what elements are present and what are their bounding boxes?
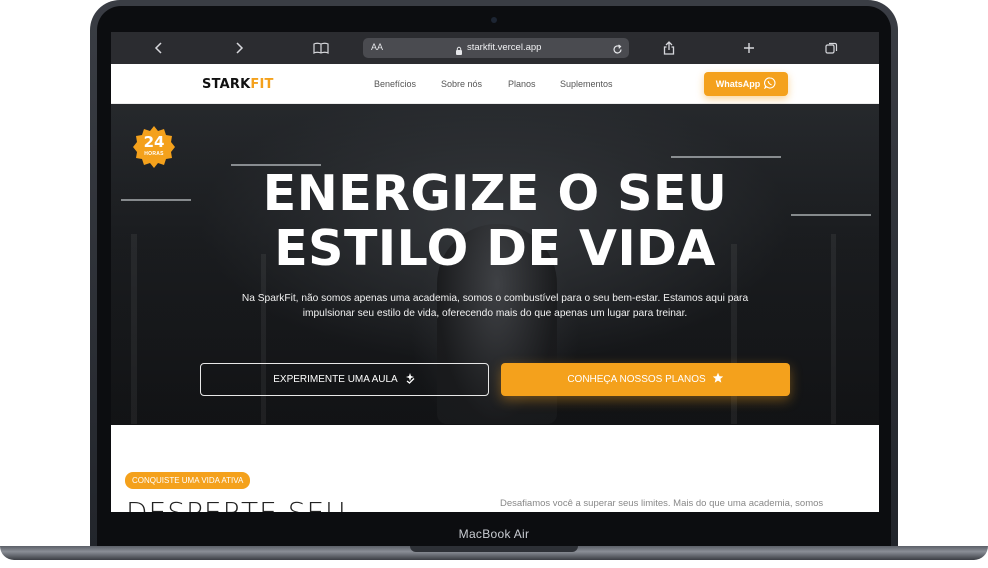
model-label: MacBook Air: [458, 527, 530, 541]
badge-number: 24: [143, 133, 165, 151]
hero-title-line-2: ESTILO DE VIDA: [274, 220, 716, 277]
laptop-notch: [410, 546, 578, 552]
hero-title-line-1: ENERGIZE O SEU: [262, 165, 728, 222]
gym-rack: [261, 254, 266, 424]
logo[interactable]: STARKFIT: [202, 77, 274, 92]
site-header: STARKFIT Benefícios Sobre nós Planos Sup…: [111, 64, 879, 104]
browser-toolbar: AA starkfit.vercel.app: [111, 32, 879, 64]
star-icon: [712, 372, 724, 387]
reload-icon[interactable]: [612, 42, 623, 60]
section-tag: CONQUISTE UMA VIDA ATIVA: [125, 472, 251, 489]
share-icon[interactable]: [656, 37, 682, 59]
ceiling-light: [671, 156, 781, 158]
nav-link-suplementos[interactable]: Suplementos: [560, 79, 613, 89]
whatsapp-label: WhatsApp: [715, 79, 761, 89]
browser-window: AA starkfit.vercel.app STARKFIT Benefíci…: [111, 32, 879, 512]
section-title: DESPERTE SEU: [126, 496, 347, 512]
see-plans-button[interactable]: CONHEÇA NOSSOS PLANOS: [501, 363, 790, 396]
see-plans-label: CONHEÇA NOSSOS PLANOS: [567, 374, 706, 385]
try-class-label: EXPERIMENTE UMA AULA: [273, 374, 398, 385]
hero-section: 24 HORAS ENERGIZE O SEU ESTILO DE VIDA N…: [111, 104, 879, 425]
back-icon[interactable]: [146, 37, 172, 59]
24h-badge: 24 HORAS: [132, 125, 176, 169]
url-text: starkfit.vercel.app: [467, 42, 542, 53]
hero-title: ENERGIZE O SEU ESTILO DE VIDA: [111, 166, 879, 276]
nav-link-sobre-nos[interactable]: Sobre nós: [441, 79, 482, 89]
nav-link-planos[interactable]: Planos: [508, 79, 536, 89]
badge-label: HORAS: [144, 151, 164, 157]
laptop-mockup: AA starkfit.vercel.app STARKFIT Benefíci…: [0, 0, 988, 568]
whatsapp-icon: [764, 77, 776, 91]
bookmarks-icon[interactable]: [308, 37, 334, 59]
hero-description: Na SparkFit, não somos apenas uma academ…: [241, 293, 749, 319]
forward-icon[interactable]: [226, 37, 252, 59]
nav-link-beneficios[interactable]: Benefícios: [374, 79, 416, 89]
sparkle-check-icon: [404, 372, 416, 387]
try-class-button[interactable]: EXPERIMENTE UMA AULA: [200, 363, 489, 396]
section-text: Desafiamos você a superar seus limites. …: [500, 498, 824, 509]
text-size-button[interactable]: AA: [371, 42, 383, 52]
address-bar[interactable]: AA starkfit.vercel.app: [363, 38, 629, 58]
lock-icon: [455, 43, 463, 61]
whatsapp-button[interactable]: WhatsApp: [704, 72, 788, 96]
new-tab-icon[interactable]: [736, 37, 762, 59]
logo-accent: FIT: [250, 77, 274, 92]
tabs-icon[interactable]: [818, 37, 844, 59]
logo-primary: STARK: [202, 77, 251, 92]
camera-icon: [491, 17, 497, 23]
